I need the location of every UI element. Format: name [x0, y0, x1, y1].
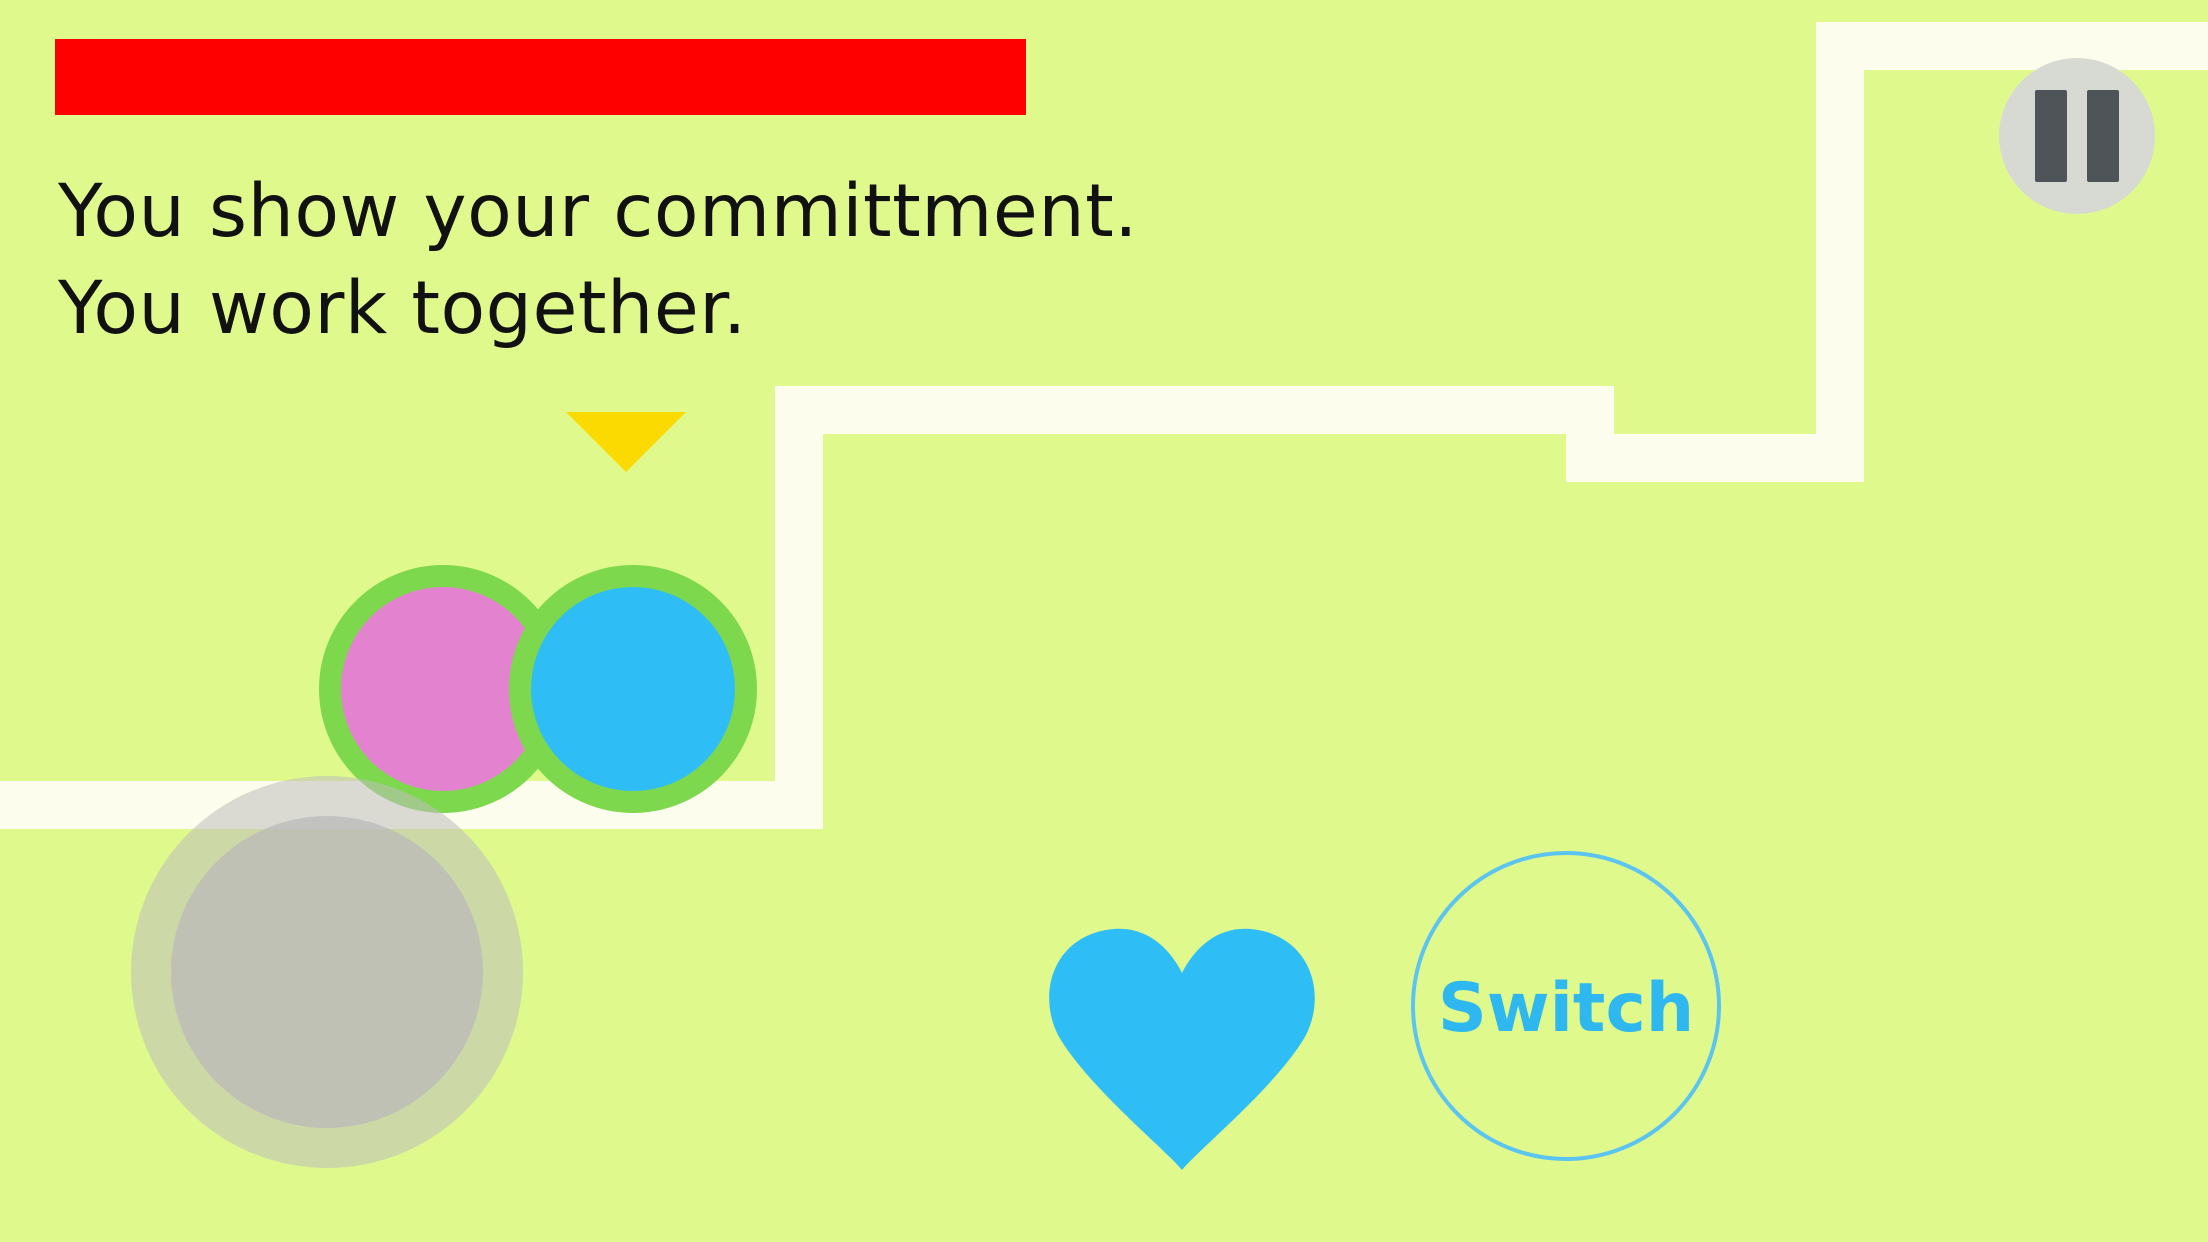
joystick-knob[interactable] — [171, 816, 483, 1128]
active-character-indicator-icon — [566, 412, 686, 472]
story-text-line-1: You show your committment. — [58, 169, 1138, 254]
pause-icon-bar-left — [2035, 90, 2067, 182]
story-text-line-2: You work together. — [58, 266, 747, 351]
switch-button[interactable]: Switch — [1411, 851, 1721, 1161]
health-bar — [55, 39, 1026, 115]
heart-button[interactable] — [1046, 925, 1318, 1170]
health-bar-fill — [55, 39, 1026, 115]
heart-icon — [1049, 928, 1315, 1170]
pause-icon — [1999, 58, 2155, 214]
pause-button[interactable] — [1999, 58, 2155, 214]
blue-character[interactable] — [509, 565, 757, 813]
virtual-joystick[interactable] — [131, 776, 523, 1168]
pause-icon-bar-right — [2087, 90, 2119, 182]
switch-button-label: Switch — [1437, 968, 1695, 1048]
